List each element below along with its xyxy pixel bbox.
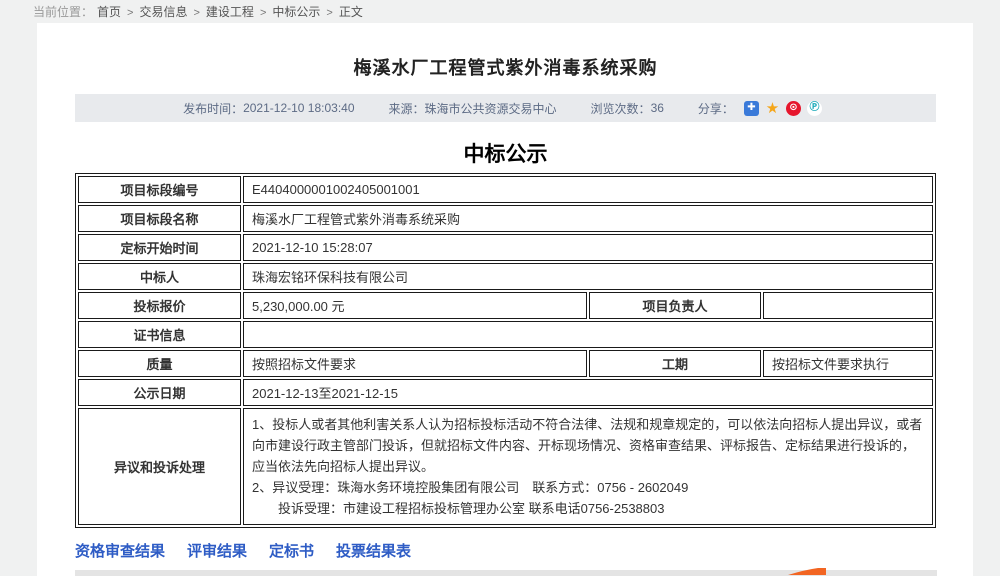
- breadcrumb-items: 首页 > 交易信息 > 建设工程 > 中标公示 > 正文: [97, 3, 363, 20]
- field-label-cell: 定标开始时间: [78, 234, 241, 261]
- attachment-links: 资格审查结果 评审结果 定标书 投票结果表: [75, 540, 936, 561]
- breadcrumb-separator: >: [260, 7, 266, 19]
- table-row: 项目标段名称梅溪水厂工程管式紫外消毒系统采购: [78, 205, 933, 232]
- field-value-cell: 梅溪水厂工程管式紫外消毒系统采购: [243, 205, 933, 232]
- qzone-share-icon[interactable]: ✚: [744, 101, 759, 116]
- breadcrumb: 当前位置： 首页 > 交易信息 > 建设工程 > 中标公示 > 正文: [0, 0, 1000, 23]
- breadcrumb-separator: >: [193, 7, 199, 19]
- table-row: 质量按照招标文件要求工期按招标文件要求执行: [78, 350, 933, 377]
- table-row: 中标人珠海宏铭环保科技有限公司: [78, 263, 933, 290]
- breadcrumb-label: 当前位置：: [33, 3, 93, 20]
- field-value-cell: 2021-12-13至2021-12-15: [243, 379, 933, 406]
- field-label-cell: 证书信息: [78, 321, 241, 348]
- table-row: 投标报价5,230,000.00 元项目负责人: [78, 292, 933, 319]
- orange-logo-fragment: [788, 568, 826, 575]
- content-card: 梅溪水厂工程管式紫外消毒系统采购 发布时间： 2021-12-10 18:03:…: [37, 23, 973, 576]
- page-title: 梅溪水厂工程管式紫外消毒系统采购: [75, 54, 936, 80]
- page: 当前位置： 首页 > 交易信息 > 建设工程 > 中标公示 > 正文 梅溪水厂工程管式紫外消毒系…: [0, 0, 1000, 576]
- field-value-cell: 按招标文件要求执行: [763, 350, 933, 377]
- field-value-cell: E4404000001002405001001: [243, 176, 933, 203]
- breadcrumb-item[interactable]: 建设工程: [206, 5, 254, 19]
- meta-bar: 发布时间： 2021-12-10 18:03:40 来源： 珠海市公共资源交易中…: [75, 94, 936, 122]
- attachment-link[interactable]: 投票结果表: [336, 540, 411, 561]
- field-value-cell: 按照招标文件要求: [243, 350, 587, 377]
- table-row: 项目标段编号E4404000001002405001001: [78, 176, 933, 203]
- field-label-cell: 中标人: [78, 263, 241, 290]
- field-label-cell: 公示日期: [78, 379, 241, 406]
- field-label-cell: 项目标段编号: [78, 176, 241, 203]
- field-label-cell: 工期: [589, 350, 761, 377]
- attachment-link[interactable]: 资格审查结果: [75, 540, 165, 561]
- field-label-cell: 投标报价: [78, 292, 241, 319]
- bottom-divider-bar: [75, 570, 937, 576]
- breadcrumb-item[interactable]: 首页: [97, 5, 121, 19]
- share-icons: ✚ ★ ⊙ Ⓟ: [744, 101, 828, 116]
- table-row: 定标开始时间2021-12-10 15:28:07: [78, 234, 933, 261]
- field-value-cell: [763, 292, 933, 319]
- bid-announcement-table: 项目标段编号E4404000001002405001001项目标段名称梅溪水厂工…: [75, 173, 936, 528]
- section-title: 中标公示: [75, 138, 936, 168]
- weibo-share-icon[interactable]: ⊙: [786, 101, 801, 116]
- wechat-share-icon[interactable]: Ⓟ: [807, 101, 822, 116]
- field-value-cell: 5,230,000.00 元: [243, 292, 587, 319]
- breadcrumb-item[interactable]: 中标公示: [272, 5, 320, 19]
- field-label-cell: 质量: [78, 350, 241, 377]
- table-row: 证书信息: [78, 321, 933, 348]
- table-row: 公示日期2021-12-13至2021-12-15: [78, 379, 933, 406]
- field-value-cell: 2021-12-10 15:28:07: [243, 234, 933, 261]
- breadcrumb-item[interactable]: 正文: [339, 5, 363, 19]
- favorite-star-icon[interactable]: ★: [765, 101, 780, 116]
- source: 来源： 珠海市公共资源交易中心: [389, 100, 557, 117]
- field-label-cell: 项目标段名称: [78, 205, 241, 232]
- attachment-link[interactable]: 评审结果: [187, 540, 247, 561]
- breadcrumb-separator: >: [326, 7, 332, 19]
- share-group: 分享： ✚★⊙Ⓟ: [698, 100, 828, 117]
- field-label-cell: 异议和投诉处理: [78, 408, 241, 525]
- breadcrumb-item[interactable]: 交易信息: [139, 5, 187, 19]
- breadcrumb-separator: >: [127, 7, 133, 19]
- field-value-cell: [243, 321, 933, 348]
- attachment-link[interactable]: 定标书: [269, 540, 314, 561]
- field-value-cell: 1、投标人或者其他利害关系人认为招标投标活动不符合法律、法规和规章规定的，可以依…: [243, 408, 933, 525]
- view-count: 浏览次数： 36: [591, 100, 664, 117]
- field-value-cell: 珠海宏铭环保科技有限公司: [243, 263, 933, 290]
- table-row: 异议和投诉处理1、投标人或者其他利害关系人认为招标投标活动不符合法律、法规和规章…: [78, 408, 933, 525]
- field-label-cell: 项目负责人: [589, 292, 761, 319]
- publish-time: 发布时间： 2021-12-10 18:03:40: [183, 100, 354, 117]
